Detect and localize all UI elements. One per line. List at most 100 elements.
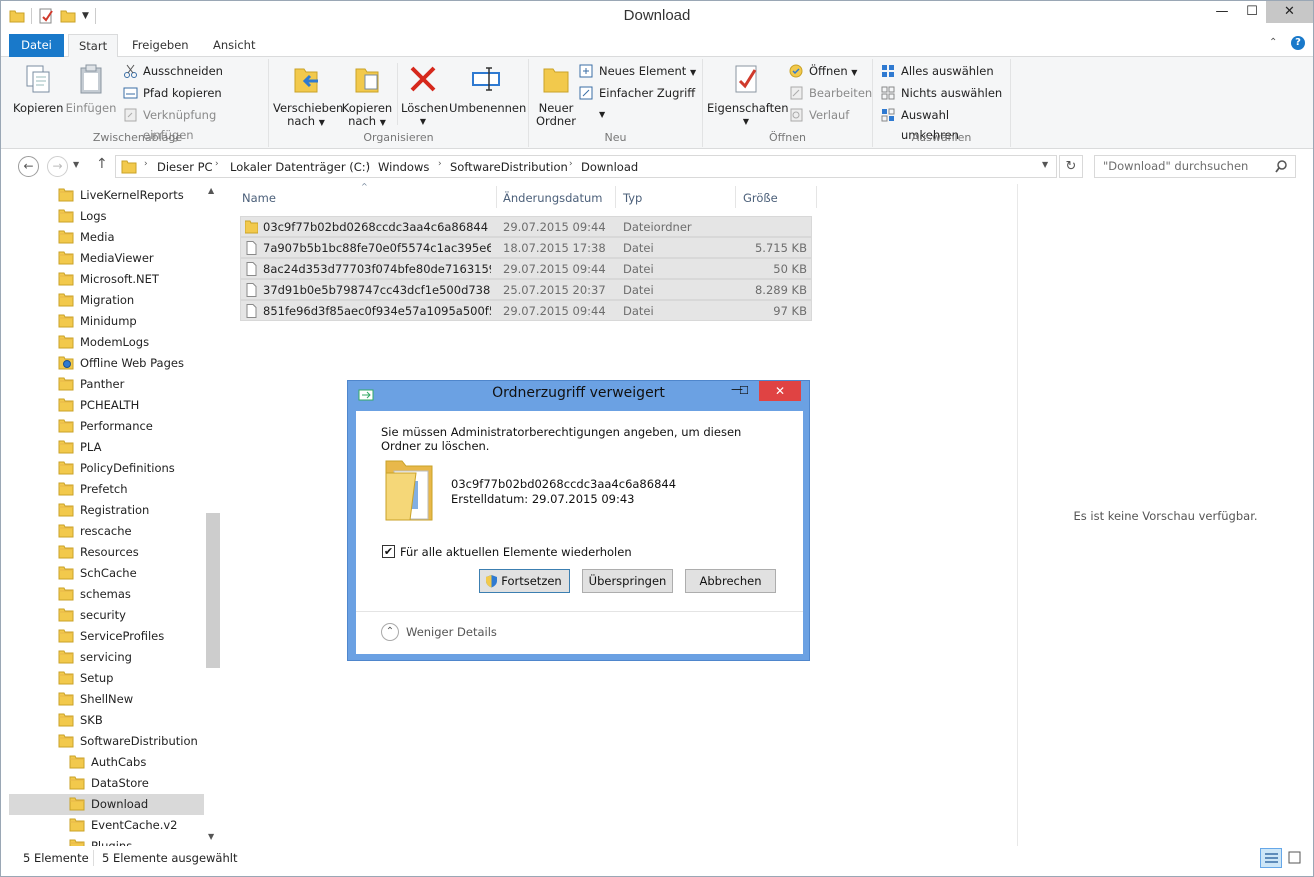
search-placeholder: "Download" durchsuchen — [1103, 159, 1249, 173]
breadcrumb-download[interactable]: Download — [581, 159, 638, 175]
copy-to-button[interactable]: Kopieren nach ▼ — [341, 63, 393, 129]
nav-item[interactable]: ModemLogs — [58, 332, 149, 353]
nav-item[interactable]: Performance — [58, 416, 153, 437]
column-name[interactable]: Name — [242, 186, 276, 210]
tab-view[interactable]: Ansicht — [203, 34, 265, 57]
recent-locations-icon[interactable]: ▼ — [73, 160, 79, 169]
nav-item[interactable]: Migration — [58, 290, 134, 311]
nav-item[interactable]: AuthCabs — [69, 752, 146, 773]
column-date[interactable]: Änderungsdatum — [503, 186, 602, 210]
nav-item[interactable]: DataStore — [69, 773, 149, 794]
refresh-button[interactable]: ↻ — [1059, 155, 1083, 178]
large-icons-view-button[interactable] — [1284, 848, 1306, 868]
collapse-ribbon-icon[interactable]: ⌃ — [1269, 37, 1277, 48]
up-button[interactable]: ↑ — [96, 156, 108, 172]
nav-item[interactable]: PolicyDefinitions — [58, 458, 175, 479]
file-row[interactable]: 7a907b5b1bc88fe70e0f5574c1ac395e61ce... 1… — [240, 237, 812, 258]
history-button[interactable]: Verlauf — [789, 105, 849, 125]
nav-item-label: Download — [91, 797, 149, 811]
file-icon — [246, 262, 257, 276]
maximize-button[interactable]: ☐ — [1237, 1, 1267, 23]
nav-item[interactable]: Microsoft.NET — [58, 269, 159, 290]
nav-item[interactable]: security — [58, 605, 126, 626]
tab-share[interactable]: Freigeben — [122, 34, 199, 57]
nav-item[interactable]: Logs — [58, 206, 107, 227]
chevron-right-icon: › — [569, 159, 573, 169]
nav-item[interactable]: PCHEALTH — [58, 395, 139, 416]
file-row[interactable]: 03c9f77b02bd0268ccdc3aa4c6a86844 29.07.20… — [240, 216, 812, 237]
back-button[interactable]: ← — [18, 156, 39, 177]
tab-file[interactable]: Datei — [9, 34, 64, 57]
paste-shortcut-button[interactable]: Verknüpfung einfügen — [123, 105, 268, 142]
address-bar[interactable]: › Dieser PC › Lokaler Datenträger (C:) ›… — [115, 155, 1057, 178]
nav-item[interactable]: SKB — [58, 710, 103, 731]
less-details-icon[interactable]: ⌃ — [381, 623, 399, 641]
details-view-button[interactable] — [1260, 848, 1282, 868]
select-all-button[interactable]: Alles auswählen — [881, 61, 994, 81]
copy-button[interactable]: Kopieren — [13, 63, 63, 115]
file-row[interactable]: 8ac24d353d77703f074bfe80de7163159a52... 2… — [240, 258, 812, 279]
nav-item[interactable]: ShellNew — [58, 689, 133, 710]
scrollbar-thumb[interactable] — [206, 513, 220, 668]
edit-button[interactable]: Bearbeiten — [789, 83, 872, 103]
minimize-button[interactable]: — — [1207, 1, 1237, 23]
properties-button[interactable]: Eigenschaften ▼ — [707, 63, 789, 128]
breadcrumb-windows[interactable]: Windows — [378, 159, 429, 175]
help-icon[interactable]: ? — [1291, 36, 1305, 50]
nav-item[interactable]: Resources — [58, 542, 139, 563]
rename-button[interactable]: Umbenennen — [449, 63, 526, 115]
breadcrumb-this-pc[interactable]: Dieser PC — [157, 159, 213, 175]
nav-item[interactable]: SchCache — [58, 563, 137, 584]
column-type[interactable]: Typ — [623, 186, 642, 210]
invert-selection-button[interactable]: Auswahl umkehren — [881, 105, 1010, 142]
copy-path-button[interactable]: Pfad kopieren — [123, 83, 222, 103]
column-size[interactable]: Größe — [743, 186, 778, 210]
nav-item[interactable]: Setup — [58, 668, 113, 689]
nav-item[interactable]: Prefetch — [58, 479, 128, 500]
file-row[interactable]: 851fe96d3f85aec0f934e57a1095a500f591a...… — [240, 300, 812, 321]
close-button[interactable]: ✕ — [1266, 1, 1313, 23]
nav-item[interactable]: Plugins — [69, 836, 132, 846]
nav-item[interactable]: LiveKernelReports — [58, 185, 184, 206]
skip-button[interactable]: Überspringen — [582, 569, 673, 593]
easy-access-button[interactable]: Einfacher Zugriff ▼ — [579, 83, 702, 119]
move-to-button[interactable]: Verschieben nach ▼ — [273, 63, 343, 129]
nav-item[interactable]: MediaViewer — [58, 248, 154, 269]
less-details-label[interactable]: Weniger Details — [406, 625, 497, 639]
nav-item[interactable]: servicing — [58, 647, 132, 668]
dialog-maximize-button[interactable]: ☐ — [739, 384, 749, 397]
dialog-close-button[interactable]: ✕ — [759, 381, 801, 401]
breadcrumb-local-disk[interactable]: Lokaler Datenträger (C:) — [230, 159, 370, 175]
nav-item[interactable]: Media — [58, 227, 115, 248]
nav-item[interactable]: Minidump — [58, 311, 137, 332]
forward-button[interactable]: → — [47, 156, 68, 177]
scroll-down-icon[interactable]: ▼ — [208, 832, 214, 841]
breadcrumb-softwaredistribution[interactable]: SoftwareDistribution — [450, 159, 568, 175]
nav-item[interactable]: Registration — [58, 500, 149, 521]
continue-button[interactable]: Fortsetzen — [479, 569, 570, 593]
paste-button[interactable]: Einfügen — [65, 63, 117, 115]
tab-home[interactable]: Start — [68, 34, 119, 58]
nav-item[interactable]: EventCache.v2 — [69, 815, 178, 836]
search-input[interactable]: "Download" durchsuchen — [1094, 155, 1296, 178]
repeat-checkbox[interactable]: ✔ — [382, 545, 395, 558]
nav-item[interactable]: Panther — [58, 374, 124, 395]
new-item-button[interactable]: Neues Element ▼ — [579, 61, 696, 81]
cancel-button[interactable]: Abbrechen — [685, 569, 776, 593]
cut-button[interactable]: Ausschneiden — [123, 61, 223, 81]
nav-item[interactable]: PLA — [58, 437, 101, 458]
new-folder-button[interactable]: Neuer Ordner — [533, 63, 579, 128]
nav-item[interactable]: Offline Web Pages — [58, 353, 184, 374]
nav-item[interactable]: schemas — [58, 584, 131, 605]
scroll-up-icon[interactable]: ▲ — [208, 186, 214, 195]
file-row[interactable]: 37d91b0e5b798747cc43dcf1e500d7389c0... 25… — [240, 279, 812, 300]
group-select: Alles auswählen Nichts auswählen Auswahl… — [873, 59, 1011, 147]
nav-item[interactable]: SoftwareDistribution — [58, 731, 198, 752]
nav-item[interactable]: Download — [9, 794, 204, 815]
delete-button[interactable]: Löschen ▼ — [401, 63, 448, 128]
select-none-button[interactable]: Nichts auswählen — [881, 83, 1002, 103]
nav-item[interactable]: rescache — [58, 521, 132, 542]
nav-item[interactable]: ServiceProfiles — [58, 626, 164, 647]
address-dropdown-icon[interactable]: ▼ — [1042, 160, 1048, 169]
open-button[interactable]: Öffnen ▼ — [789, 61, 857, 81]
